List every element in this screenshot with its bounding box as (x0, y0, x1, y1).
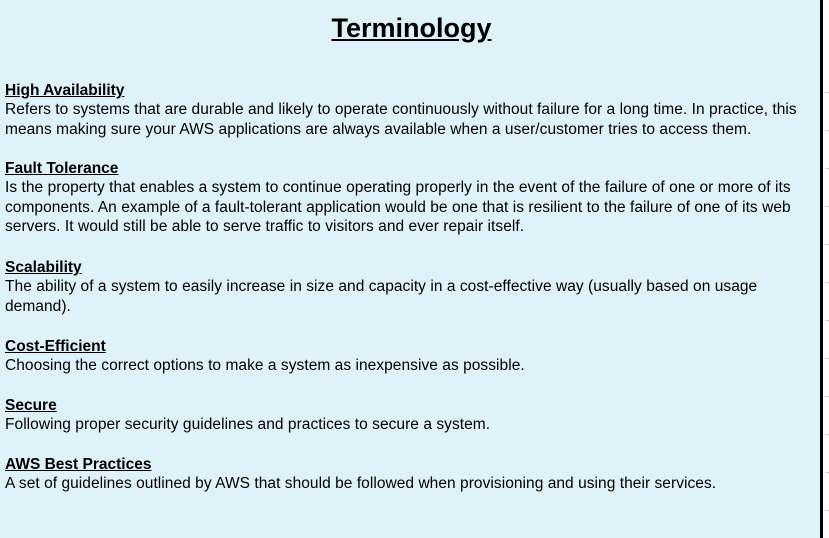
term-fault-tolerance: Fault Tolerance Is the property that ena… (5, 159, 820, 237)
term-scalability: Scalability The ability of a system to e… (5, 258, 820, 316)
term-heading: Scalability (5, 259, 82, 276)
term-secure: Secure Following proper security guideli… (5, 396, 820, 435)
term-heading: Secure (5, 397, 57, 414)
term-heading: Fault Tolerance (5, 160, 119, 177)
term-description: Choosing the correct options to make a s… (5, 357, 525, 374)
terminology-slide: Terminology High Availability Refers to … (0, 0, 823, 538)
term-heading: High Availability (5, 82, 125, 99)
term-description: Following proper security guidelines and… (5, 416, 491, 433)
term-heading: AWS Best Practices (5, 456, 152, 473)
term-description: The ability of a system to easily increa… (5, 278, 758, 315)
page-title: Terminology (331, 13, 492, 43)
term-description: Refers to systems that are durable and l… (5, 101, 797, 138)
term-aws-best-practices: AWS Best Practices A set of guidelines o… (5, 455, 820, 494)
term-description: Is the property that enables a system to… (5, 179, 791, 236)
term-cost-efficient: Cost-Efficient Choosing the correct opti… (5, 337, 820, 376)
term-heading: Cost-Efficient (5, 338, 106, 355)
term-high-availability: High Availability Refers to systems that… (5, 81, 820, 139)
term-description: A set of guidelines outlined by AWS that… (5, 475, 717, 492)
